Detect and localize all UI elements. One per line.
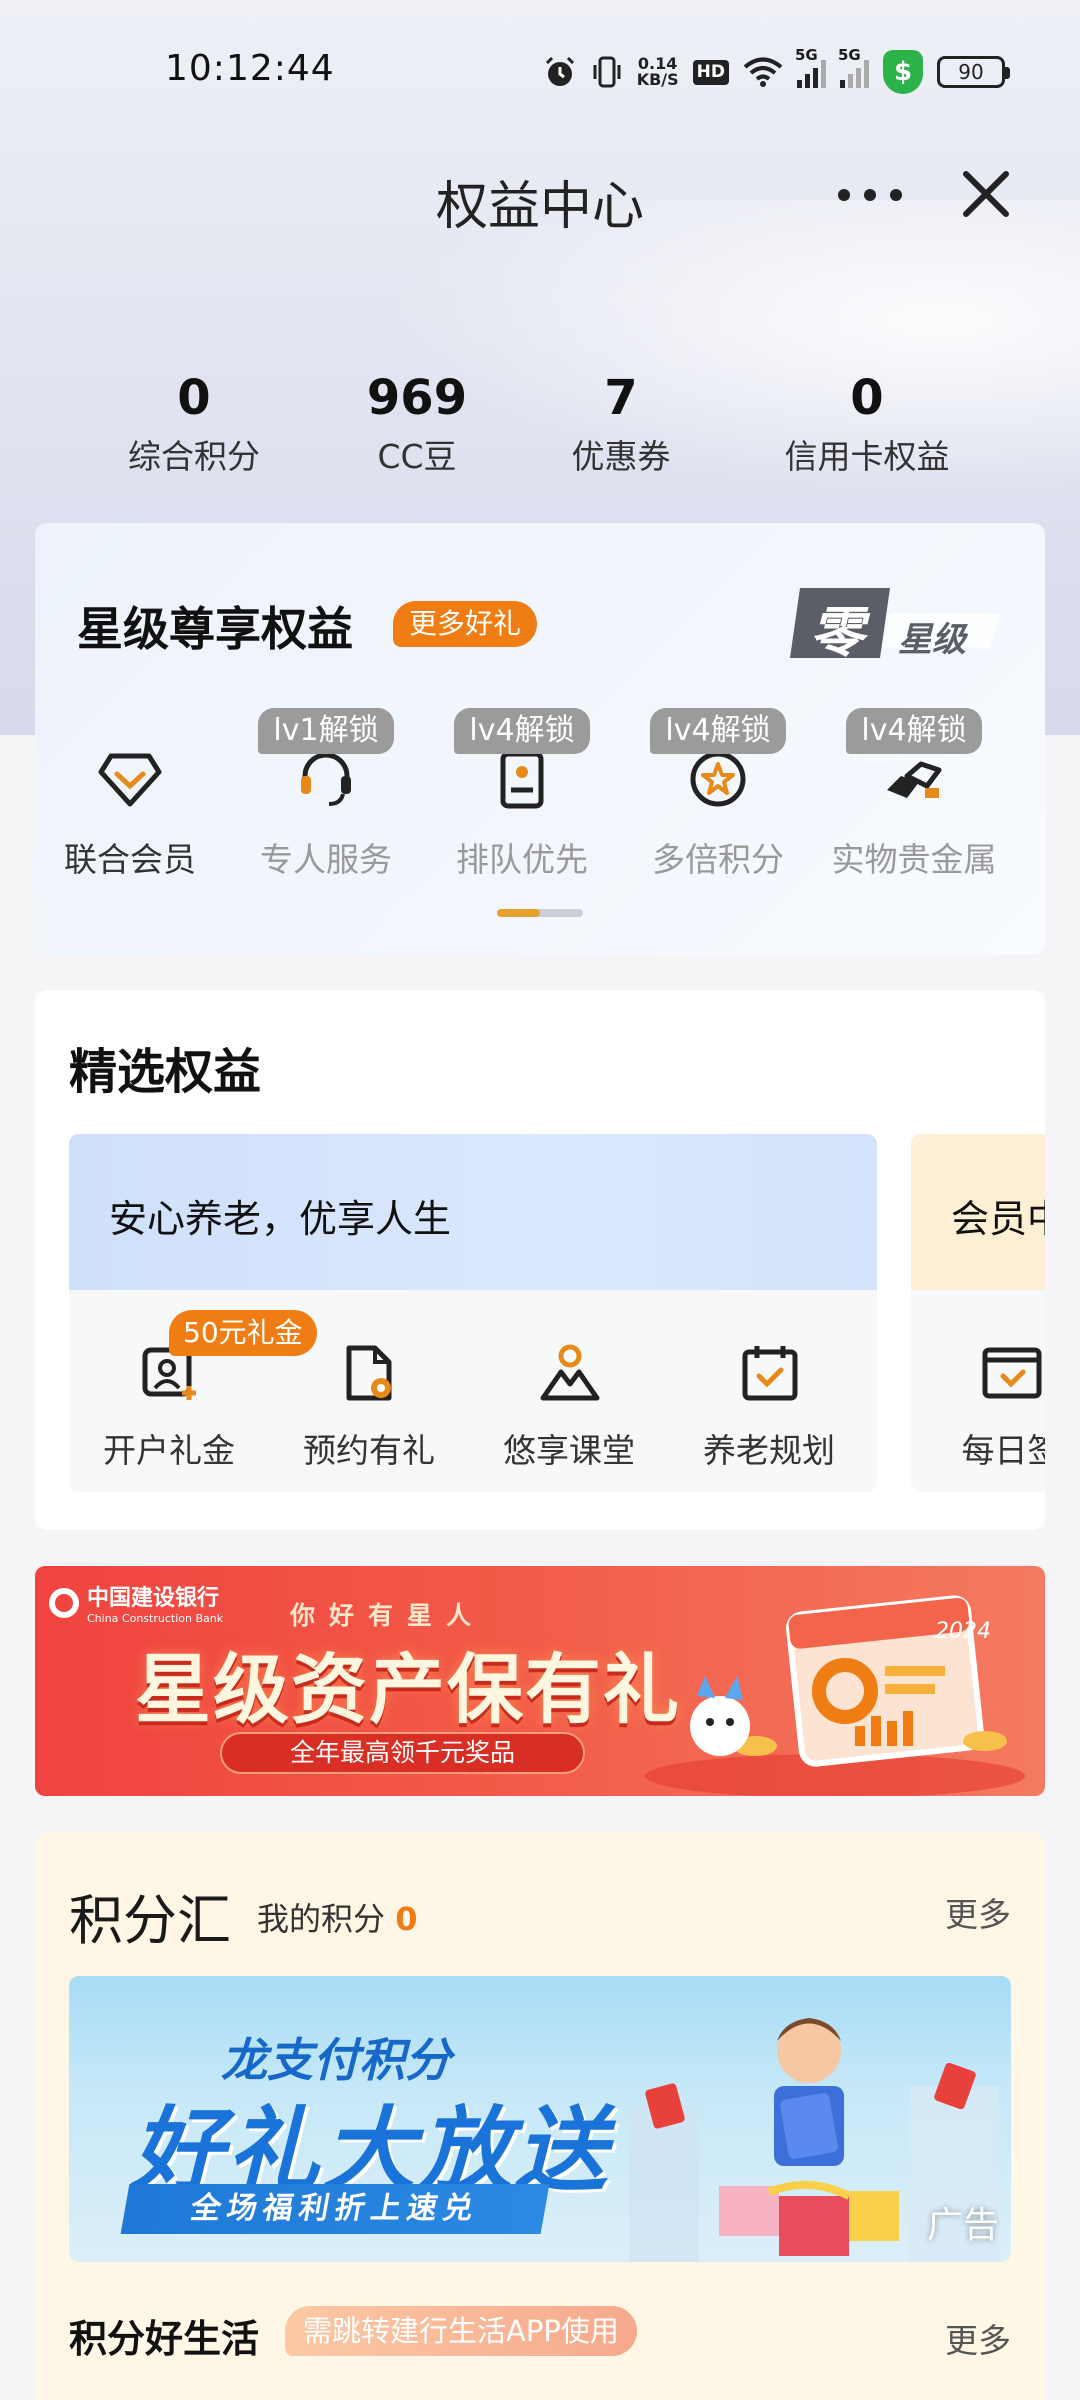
close-button[interactable] [956, 164, 1016, 224]
dot-icon [864, 189, 876, 201]
stat-credit-card[interactable]: 0 信用卡权益 [757, 368, 977, 478]
more-options-button[interactable] [838, 170, 902, 220]
benefit-label: 多倍积分 [652, 840, 784, 879]
wifi-icon [743, 57, 783, 87]
star-benefits-card: 星级尊享权益 更多好礼 零 星级 联合会员 专人服务 lv1解锁 排队优先 lv… [35, 523, 1045, 955]
stats-row: 0 综合积分 969 CC豆 7 优惠券 0 信用卡权益 [0, 368, 1080, 488]
unlock-tag: lv4解锁 [650, 708, 786, 754]
promo-label: 开户礼金 [103, 1431, 235, 1470]
diamond-check-icon [98, 753, 162, 807]
promo-panel-retirement: 安心养老，优享人生 开户礼金 50元礼金 预约有礼 悠享课堂 养老规划 [69, 1134, 877, 1492]
stat-label: 优惠券 [571, 437, 671, 476]
ccb-logo-mark-icon [49, 1587, 79, 1618]
promo-panel-header[interactable]: 安心养老，优享人生 [69, 1134, 877, 1290]
dot-icon [838, 189, 850, 201]
hd-icon: HD [692, 59, 729, 85]
gold-bars-icon [887, 761, 942, 798]
dot-icon [890, 189, 902, 201]
signal-1-icon: 5G [795, 46, 826, 88]
banner-subline: 全年最高领千元奖品 [220, 1732, 585, 1774]
points-title: 积分汇 [69, 1889, 231, 1952]
benefit-label: 联合会员 [64, 840, 196, 879]
selected-benefits-title: 精选权益 [69, 1044, 262, 1100]
zero-star-logo: 零 星级 [790, 578, 1000, 668]
status-time: 10:12:44 [165, 48, 335, 89]
unlock-tag: lv4解锁 [846, 708, 982, 754]
signal-2-icon: 5G [838, 46, 869, 88]
benefit-row: 联合会员 专人服务 lv1解锁 排队优先 lv4解锁 多倍积分 lv4解锁 实物… [35, 708, 1045, 908]
banner-kicker: 你好有星人 [290, 1601, 486, 1630]
stat-value: 7 [604, 370, 638, 426]
stat-label: 综合积分 [128, 437, 260, 476]
my-points: 我的积分 0 [257, 1900, 418, 1938]
network-speed: 0.14 KB/S [636, 54, 679, 89]
banner-subline: 全场福利折上速兑 [120, 2184, 550, 2234]
unlock-tag: lv1解锁 [258, 708, 394, 754]
unlock-tag: lv4解锁 [454, 708, 590, 754]
promo-items: 开户礼金 50元礼金 预约有礼 悠享课堂 养老规划 [69, 1290, 877, 1492]
promo-item[interactable]: 开户礼金 50元礼金 [69, 1290, 317, 1492]
promo-item[interactable]: 每日签 [911, 1290, 1045, 1492]
ccb-star-asset-banner[interactable]: 中国建设银行 China Construction Bank 你好有星人 星级资… [35, 1566, 1045, 1796]
points-life-title: 积分好生活 [69, 2317, 260, 2361]
ad-label: 广告 [926, 2205, 999, 2246]
star-coin-icon [690, 751, 746, 807]
stat-value: 0 [850, 370, 884, 426]
status-bar: 10:12:44 0.14 KB/S HD 5G 5G $ 90 [0, 0, 1080, 140]
banner-headline: 星级资产保有礼 [135, 1645, 681, 1734]
promo-label: 预约有礼 [303, 1431, 435, 1470]
calendar-check-icon [742, 1346, 798, 1401]
benefit-label: 专人服务 [260, 840, 392, 879]
benefit-scroll-indicator [497, 909, 583, 917]
calendar-chart-illustration: 2024 [645, 1595, 1025, 1796]
battery-icon: 90 [937, 56, 1010, 88]
stat-label: 信用卡权益 [784, 437, 950, 476]
wallet-check-icon [982, 1347, 1042, 1399]
more-gifts-badge[interactable]: 更多好礼 [393, 601, 538, 647]
promo-item[interactable]: 预约有礼 [269, 1290, 469, 1492]
stat-points[interactable]: 0 综合积分 [104, 368, 284, 478]
selected-benefits-card: 精选权益 安心养老，优享人生 开户礼金 50元礼金 预约有礼 悠享课堂 养老规划… [35, 990, 1045, 1530]
promo-label: 每日签 [961, 1431, 1046, 1470]
promo-panel-heading: 会员中 [951, 1197, 1045, 1241]
stat-value: 969 [366, 370, 468, 426]
vibrate-icon [593, 56, 621, 88]
promo-label: 养老规划 [703, 1431, 835, 1470]
benefit-label: 排队优先 [456, 840, 588, 879]
svg-text:2024: 2024 [935, 1619, 991, 1644]
shield-icon: $ [883, 50, 923, 94]
promo-item[interactable]: 悠享课堂 [469, 1290, 669, 1492]
points-more-link[interactable]: 更多 [945, 1888, 1011, 1936]
mountain-person-icon [540, 1344, 600, 1401]
stat-label: CC豆 [377, 437, 457, 476]
promo-items: 每日签 [911, 1290, 1045, 1492]
points-promo-banner[interactable]: 龙支付积分 好礼大放送 全场福利折上速兑 广告 [69, 1976, 1011, 2262]
promo-panel-header[interactable]: 会员中 [911, 1134, 1045, 1290]
title-bar: 权益中心 [0, 150, 1080, 240]
redirect-tag: 需跳转建行生活APP使用 [285, 2306, 637, 2356]
promo-panel-member: 会员中 每日签 [911, 1134, 1045, 1492]
status-icons: 0.14 KB/S HD 5G 5G $ 90 [543, 46, 1010, 94]
promo-panel-heading: 安心养老，优享人生 [109, 1197, 452, 1241]
my-points-value: 0 [395, 1900, 418, 1938]
stat-value: 0 [177, 370, 211, 426]
ccb-logo: 中国建设银行 China Construction Bank [49, 1580, 223, 1625]
stat-cc-beans[interactable]: 969 CC豆 [327, 368, 507, 478]
points-card: 积分汇 我的积分 0 更多 龙支付积分 好礼大放送 全场福利折上速兑 广告 积分… [35, 1832, 1045, 2400]
points-life-more-link[interactable]: 更多 [945, 2314, 1011, 2362]
headset-icon [301, 752, 351, 806]
page-title: 权益中心 [435, 177, 644, 237]
benefit-scroll-thumb [497, 909, 540, 917]
promo-label: 悠享课堂 [503, 1431, 635, 1470]
star-benefits-title: 星级尊享权益 [77, 602, 353, 656]
promo-item[interactable]: 养老规划 [669, 1290, 869, 1492]
alarm-icon [545, 56, 574, 86]
stat-coupons[interactable]: 7 优惠券 [531, 368, 711, 478]
ticket-icon [500, 751, 544, 809]
benefit-label: 实物贵金属 [831, 840, 997, 879]
document-coin-icon [346, 1345, 392, 1401]
